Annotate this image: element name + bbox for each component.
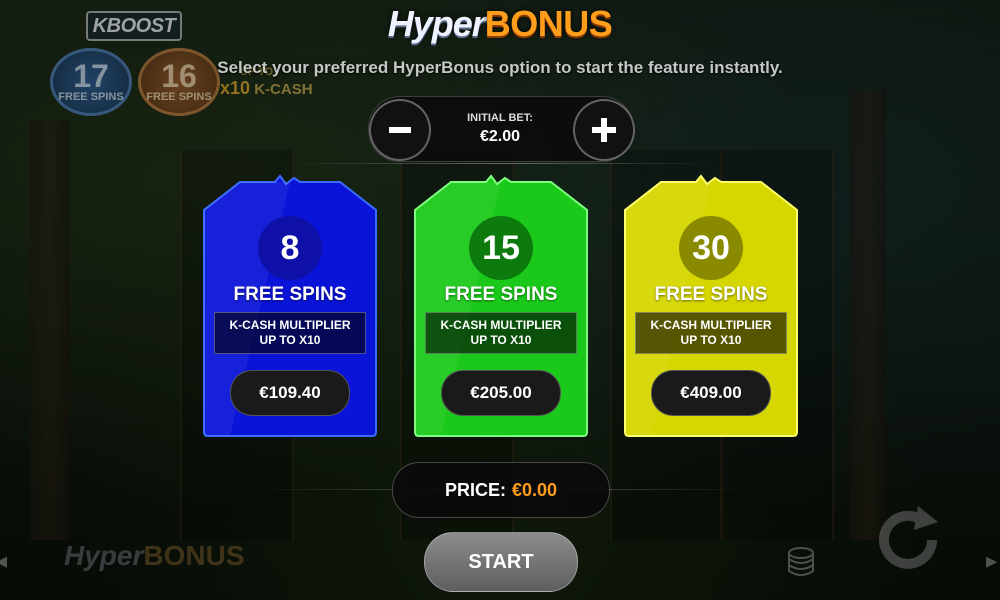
logo-bonus: BONUS <box>143 540 245 571</box>
spins-count-badge: 30 <box>679 216 743 280</box>
bonus-option-card[interactable]: 8 FREE SPINS K-CASH MULTIPLIER UP TO X10… <box>200 174 380 438</box>
increase-bet-button[interactable] <box>573 99 635 161</box>
initial-bet-label: INITIAL BET: <box>467 112 533 124</box>
instruction-text: Select your preferred HyperBonus option … <box>217 58 783 77</box>
kcash-label: K-CASH <box>254 81 313 98</box>
multiplier-line: UP TO X10 <box>259 333 321 347</box>
decrease-bet-button[interactable] <box>369 99 431 161</box>
initial-bet-value: €2.00 <box>479 128 521 145</box>
minus-icon <box>389 127 411 133</box>
free-spins-label: FREE SPINS <box>654 284 768 305</box>
title-bonus: BONUS <box>484 3 613 44</box>
multiplier-line: K-CASH MULTIPLIER <box>229 318 351 332</box>
multiplier-info: K-CASH MULTIPLIER UP TO X10 <box>425 312 577 354</box>
spins-count-badge: 15 <box>469 216 533 280</box>
kcash-multiplier: x10 <box>220 78 251 98</box>
multiplier-info: K-CASH MULTIPLIER UP TO X10 <box>214 312 366 354</box>
plus-icon <box>592 118 616 142</box>
free-spins-label: FREE SPINS <box>233 284 347 305</box>
multiplier-line: UP TO X10 <box>470 333 532 347</box>
multiplier-line: UP TO X10 <box>680 333 742 347</box>
bonus-option-card[interactable]: 30 FREE SPINS K-CASH MULTIPLIER UP TO X1… <box>621 174 801 438</box>
title-hyper: Hyper <box>387 3 486 44</box>
multiplier-line: K-CASH MULTIPLIER <box>440 318 562 332</box>
hyperbonus-logo: HyperBONUS <box>64 540 245 572</box>
free-spins-label: FREE SPINS <box>444 284 558 305</box>
kcash-indicator: x10 K-CASH <box>220 78 313 99</box>
logo-hyper: Hyper <box>64 540 144 571</box>
price-value: €0.00 <box>511 479 558 500</box>
free-spins-label: FREE SPINS <box>58 91 124 103</box>
menu-arrow-icon: ◂ <box>0 548 8 573</box>
price-label: PRICE: <box>444 479 506 500</box>
buy-price-button[interactable]: €205.00 <box>441 370 561 416</box>
start-button[interactable]: START <box>424 532 578 592</box>
buy-price-button[interactable]: €409.00 <box>651 370 771 416</box>
total-price-display: PRICE: €0.00 <box>392 462 610 518</box>
free-spins-label: FREE SPINS <box>146 91 212 103</box>
autospin-icon <box>879 506 938 569</box>
menu-arrow-icon: ▸ <box>986 548 998 573</box>
spins-count-badge: 8 <box>258 216 322 280</box>
hyperbonus-title: HyperBONUS <box>0 4 1000 44</box>
multiplier-line: K-CASH MULTIPLIER <box>650 318 772 332</box>
bonus-option-card[interactable]: 15 FREE SPINS K-CASH MULTIPLIER UP TO X1… <box>411 174 591 438</box>
multiplier-info: K-CASH MULTIPLIER UP TO X10 <box>635 312 787 354</box>
coins-stack-icon <box>788 547 814 576</box>
buy-price-button[interactable]: €109.40 <box>230 370 350 416</box>
divider <box>290 163 710 164</box>
